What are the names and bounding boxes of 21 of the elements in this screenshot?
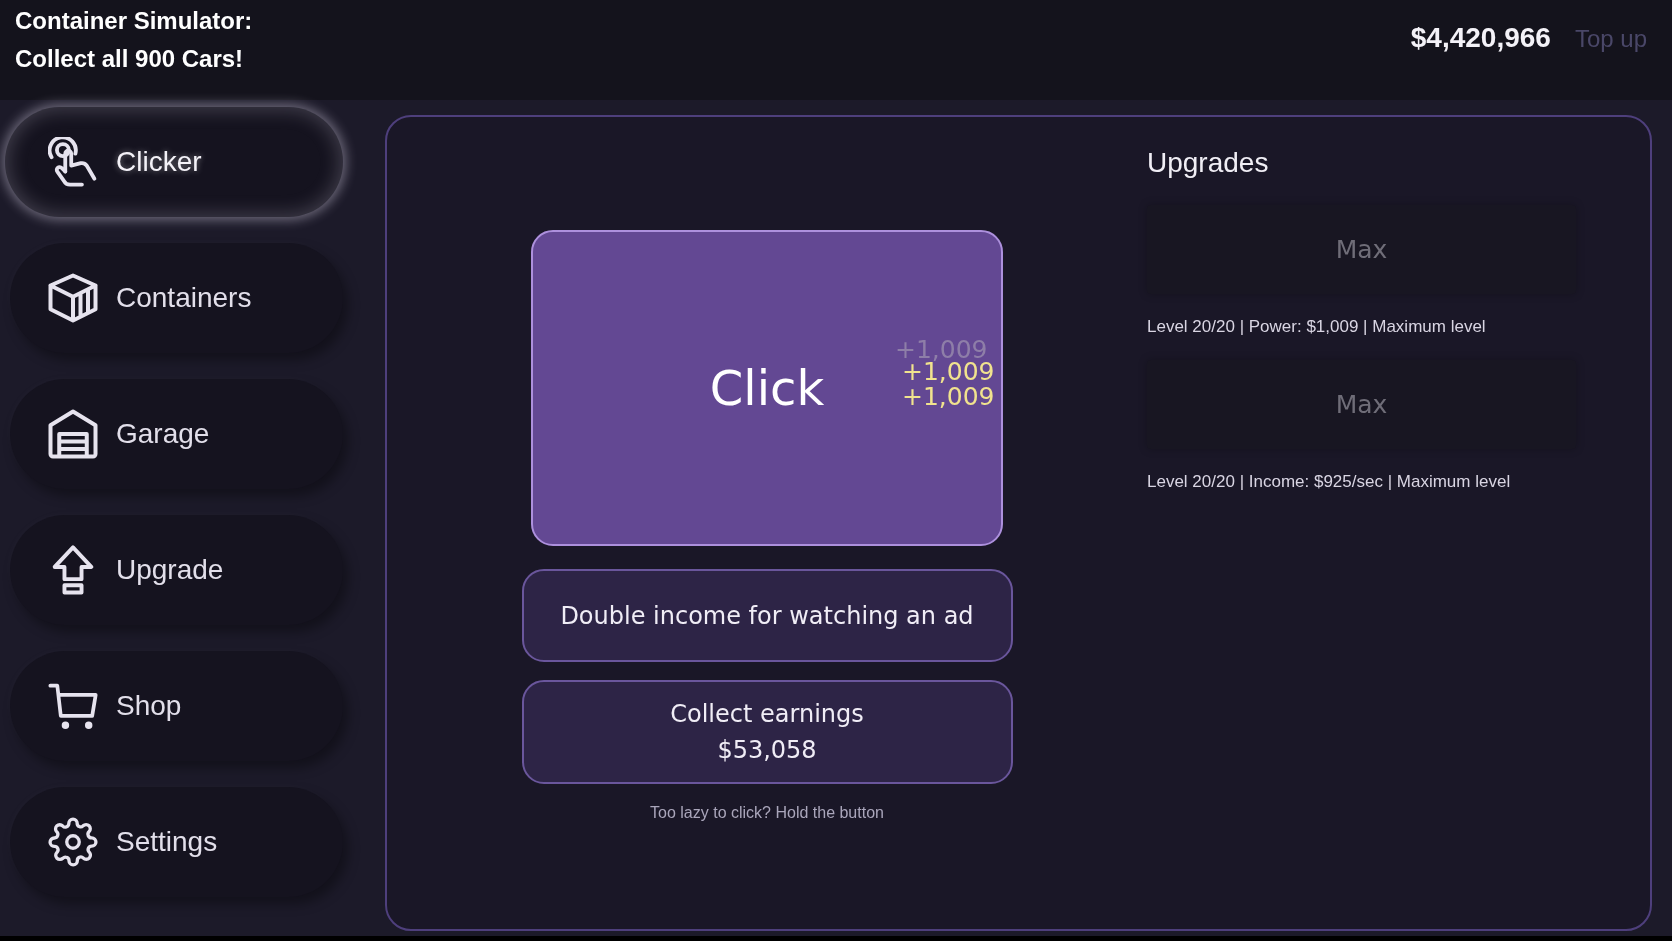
cart-icon	[48, 681, 98, 731]
box-icon	[48, 273, 98, 323]
nav-item[interactable]: Garage	[10, 379, 343, 489]
garage-icon	[48, 409, 98, 459]
balance-amount: $4,420,966	[1410, 21, 1551, 55]
earnings-popup: +1,009	[902, 360, 995, 384]
upgrade-description: Level 20/20 | Income: $925/sec | Maximum level	[1147, 472, 1512, 492]
settings-icon	[48, 817, 98, 867]
earnings-popup: +1,009	[902, 385, 995, 409]
upgrades-heading: Upgrades	[1147, 147, 1270, 179]
tap-hand-icon	[48, 137, 98, 187]
nav-item[interactable]: Shop	[10, 651, 343, 761]
nav-item[interactable]: Clicker	[5, 107, 343, 217]
game-title: Container Simulator: Collect all 900 Cars!	[15, 6, 254, 74]
nav-item[interactable]: Containers	[10, 243, 343, 353]
double-income-button[interactable]: Double income for watching an ad	[521, 569, 1013, 662]
nav-item[interactable]: Upgrade	[10, 515, 343, 625]
nav-item[interactable]: Settings	[10, 787, 343, 897]
hint-text: Too lazy to click? Hold the button	[650, 804, 884, 822]
upgrade-description: Level 20/20 | Power: $1,009 | Maximum level	[1147, 317, 1487, 337]
collect-earnings-button[interactable]: Collect earnings $53,058	[521, 680, 1013, 784]
